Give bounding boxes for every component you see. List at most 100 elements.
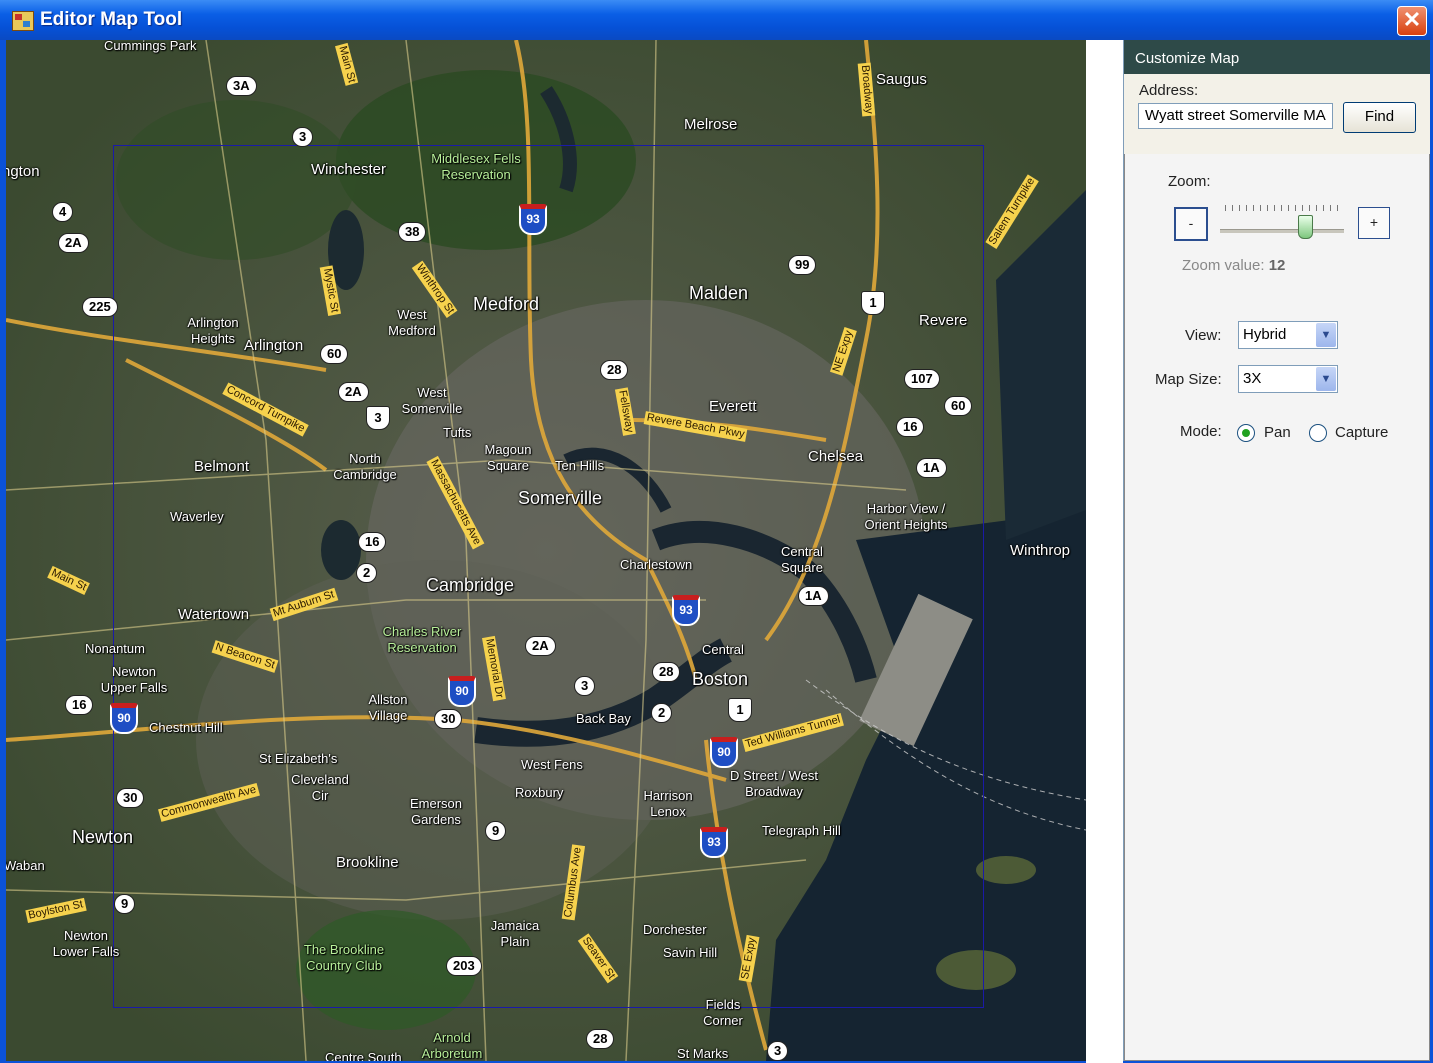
route-shield: 3	[574, 676, 596, 696]
place-label: Malden	[689, 283, 749, 303]
view-value: Hybrid	[1243, 326, 1287, 343]
route-shield: 3A	[226, 76, 257, 96]
route-shield: 9	[485, 821, 507, 841]
place-label: ngton	[6, 163, 40, 180]
place-label: Central	[702, 642, 744, 657]
place-label: Saugus	[876, 71, 927, 88]
place-label: Revere	[919, 312, 968, 329]
route-shield: 3	[767, 1041, 789, 1061]
place-label: Dorchester	[643, 922, 707, 937]
place-label: Everett	[709, 398, 757, 415]
zoom-slider-thumb[interactable]	[1298, 215, 1313, 239]
place-label: Waverley	[170, 509, 224, 524]
route-shield: 16	[65, 695, 94, 715]
capture-rectangle[interactable]	[113, 145, 984, 1008]
interstate-shield: 90	[710, 737, 738, 768]
interstate-shield: 93	[672, 595, 700, 626]
route-shield: 4	[52, 202, 74, 222]
place-label: Back Bay	[576, 711, 631, 726]
place-label: St Elizabeth's	[259, 751, 338, 766]
park-label: The Brookline Country Club	[303, 942, 385, 973]
zoom-in-button[interactable]: +	[1358, 207, 1390, 239]
route-shield: 99	[788, 255, 817, 275]
zoom-out-button[interactable]: -	[1174, 207, 1208, 241]
dropdown-arrow-icon[interactable]: ▼	[1316, 323, 1336, 347]
place-label: Allston Village	[368, 692, 408, 723]
place-label: Cleveland Cir	[291, 772, 349, 803]
place-label: Newton	[72, 827, 134, 847]
route-shield: 2A	[58, 233, 89, 253]
place-label: Cambridge	[426, 575, 515, 595]
mode-pan-radio[interactable]	[1237, 424, 1255, 442]
place-label: Waban	[6, 858, 45, 873]
route-shield: 225	[82, 297, 118, 317]
address-section: Address: Wyatt street Somerville MA Find	[1124, 74, 1430, 155]
route-shield: 16	[358, 532, 387, 552]
zoom-value-display: Zoom value: 12	[1182, 257, 1285, 274]
route-shield: 28	[652, 662, 681, 682]
route-shield: 28	[600, 360, 629, 380]
route-shield: 30	[116, 788, 145, 808]
dropdown-arrow-icon[interactable]: ▼	[1316, 367, 1336, 391]
zoom-slider-ticks	[1225, 205, 1343, 211]
address-input[interactable]: Wyatt street Somerville MA	[1138, 103, 1333, 129]
place-label: Telegraph Hill	[762, 823, 841, 838]
place-label: Watertown	[178, 606, 250, 623]
place-label: Fields Corner	[703, 997, 743, 1028]
place-label: Savin Hill	[663, 945, 718, 960]
panel-header: Customize Map	[1124, 40, 1430, 74]
place-label: Tufts	[443, 425, 472, 440]
place-label: Newton Lower Falls	[52, 928, 120, 959]
interstate-shield: 90	[110, 703, 138, 734]
place-label: Somerville	[518, 488, 603, 508]
us-route-shield: 1	[728, 698, 752, 722]
map-margin	[1086, 40, 1123, 1063]
place-label: Ten Hills	[555, 458, 605, 473]
us-route-shield: 3	[366, 406, 390, 430]
place-label: Winthrop	[1010, 542, 1071, 559]
place-label: Harbor View / Orient Heights	[864, 501, 948, 532]
route-shield: 2	[356, 563, 378, 583]
map-size-value: 3X	[1243, 370, 1262, 387]
mode-pan-label[interactable]: Pan	[1264, 424, 1291, 441]
zoom-label: Zoom:	[1168, 173, 1211, 190]
map-size-select[interactable]: 3X ▼	[1238, 365, 1338, 393]
place-label: Chestnut Hill	[149, 720, 223, 735]
route-shield: 9	[114, 894, 136, 914]
park-label: Charles River Reservation	[382, 624, 462, 655]
title-bar: Editor Map Tool ✕	[0, 0, 1433, 40]
route-shield: 30	[434, 709, 463, 729]
route-shield: 203	[446, 956, 482, 976]
controls-section: Zoom: - + Zoom value: 12 View: Hybrid ▼ …	[1124, 154, 1430, 1061]
route-shield: 60	[320, 344, 349, 364]
place-label: Melrose	[684, 116, 738, 133]
place-label: Cummings Park	[104, 40, 197, 53]
route-shield: 3	[292, 127, 314, 147]
place-label: D Street / West Broadway	[730, 768, 818, 799]
map-view[interactable]: Cummings Park Saugus Melrose Winchester …	[6, 40, 1086, 1061]
park-label: Middlesex Fells Reservation	[431, 151, 521, 182]
zoom-slider-track[interactable]	[1220, 229, 1344, 233]
place-label: St Marks	[677, 1046, 729, 1061]
interstate-shield: 93	[519, 204, 547, 235]
view-label: View:	[1185, 327, 1222, 344]
place-label: Newton Upper Falls	[100, 664, 168, 695]
route-shield: 2A	[525, 636, 556, 656]
app-window: Editor Map Tool ✕ Cummings Park Saugus M…	[0, 0, 1433, 1063]
route-shield: 2A	[338, 382, 369, 402]
view-select[interactable]: Hybrid ▼	[1238, 321, 1338, 349]
route-shield: 38	[398, 222, 427, 242]
place-label: Roxbury	[515, 785, 564, 800]
zoom-value-label: Zoom value:	[1182, 257, 1265, 274]
park-label: Arnold Arboretum	[421, 1030, 483, 1061]
place-label: Medford	[473, 294, 540, 314]
find-button[interactable]: Find	[1343, 102, 1416, 133]
map-size-label: Map Size:	[1155, 371, 1222, 388]
place-label: Arlington	[244, 337, 304, 354]
address-label: Address:	[1139, 82, 1199, 99]
close-button[interactable]: ✕	[1397, 6, 1427, 36]
place-label: North Cambridge	[333, 451, 397, 482]
mode-capture-radio[interactable]	[1309, 424, 1327, 442]
mode-capture-label[interactable]: Capture	[1335, 424, 1388, 441]
place-label: Jamaica Plain	[490, 918, 540, 949]
